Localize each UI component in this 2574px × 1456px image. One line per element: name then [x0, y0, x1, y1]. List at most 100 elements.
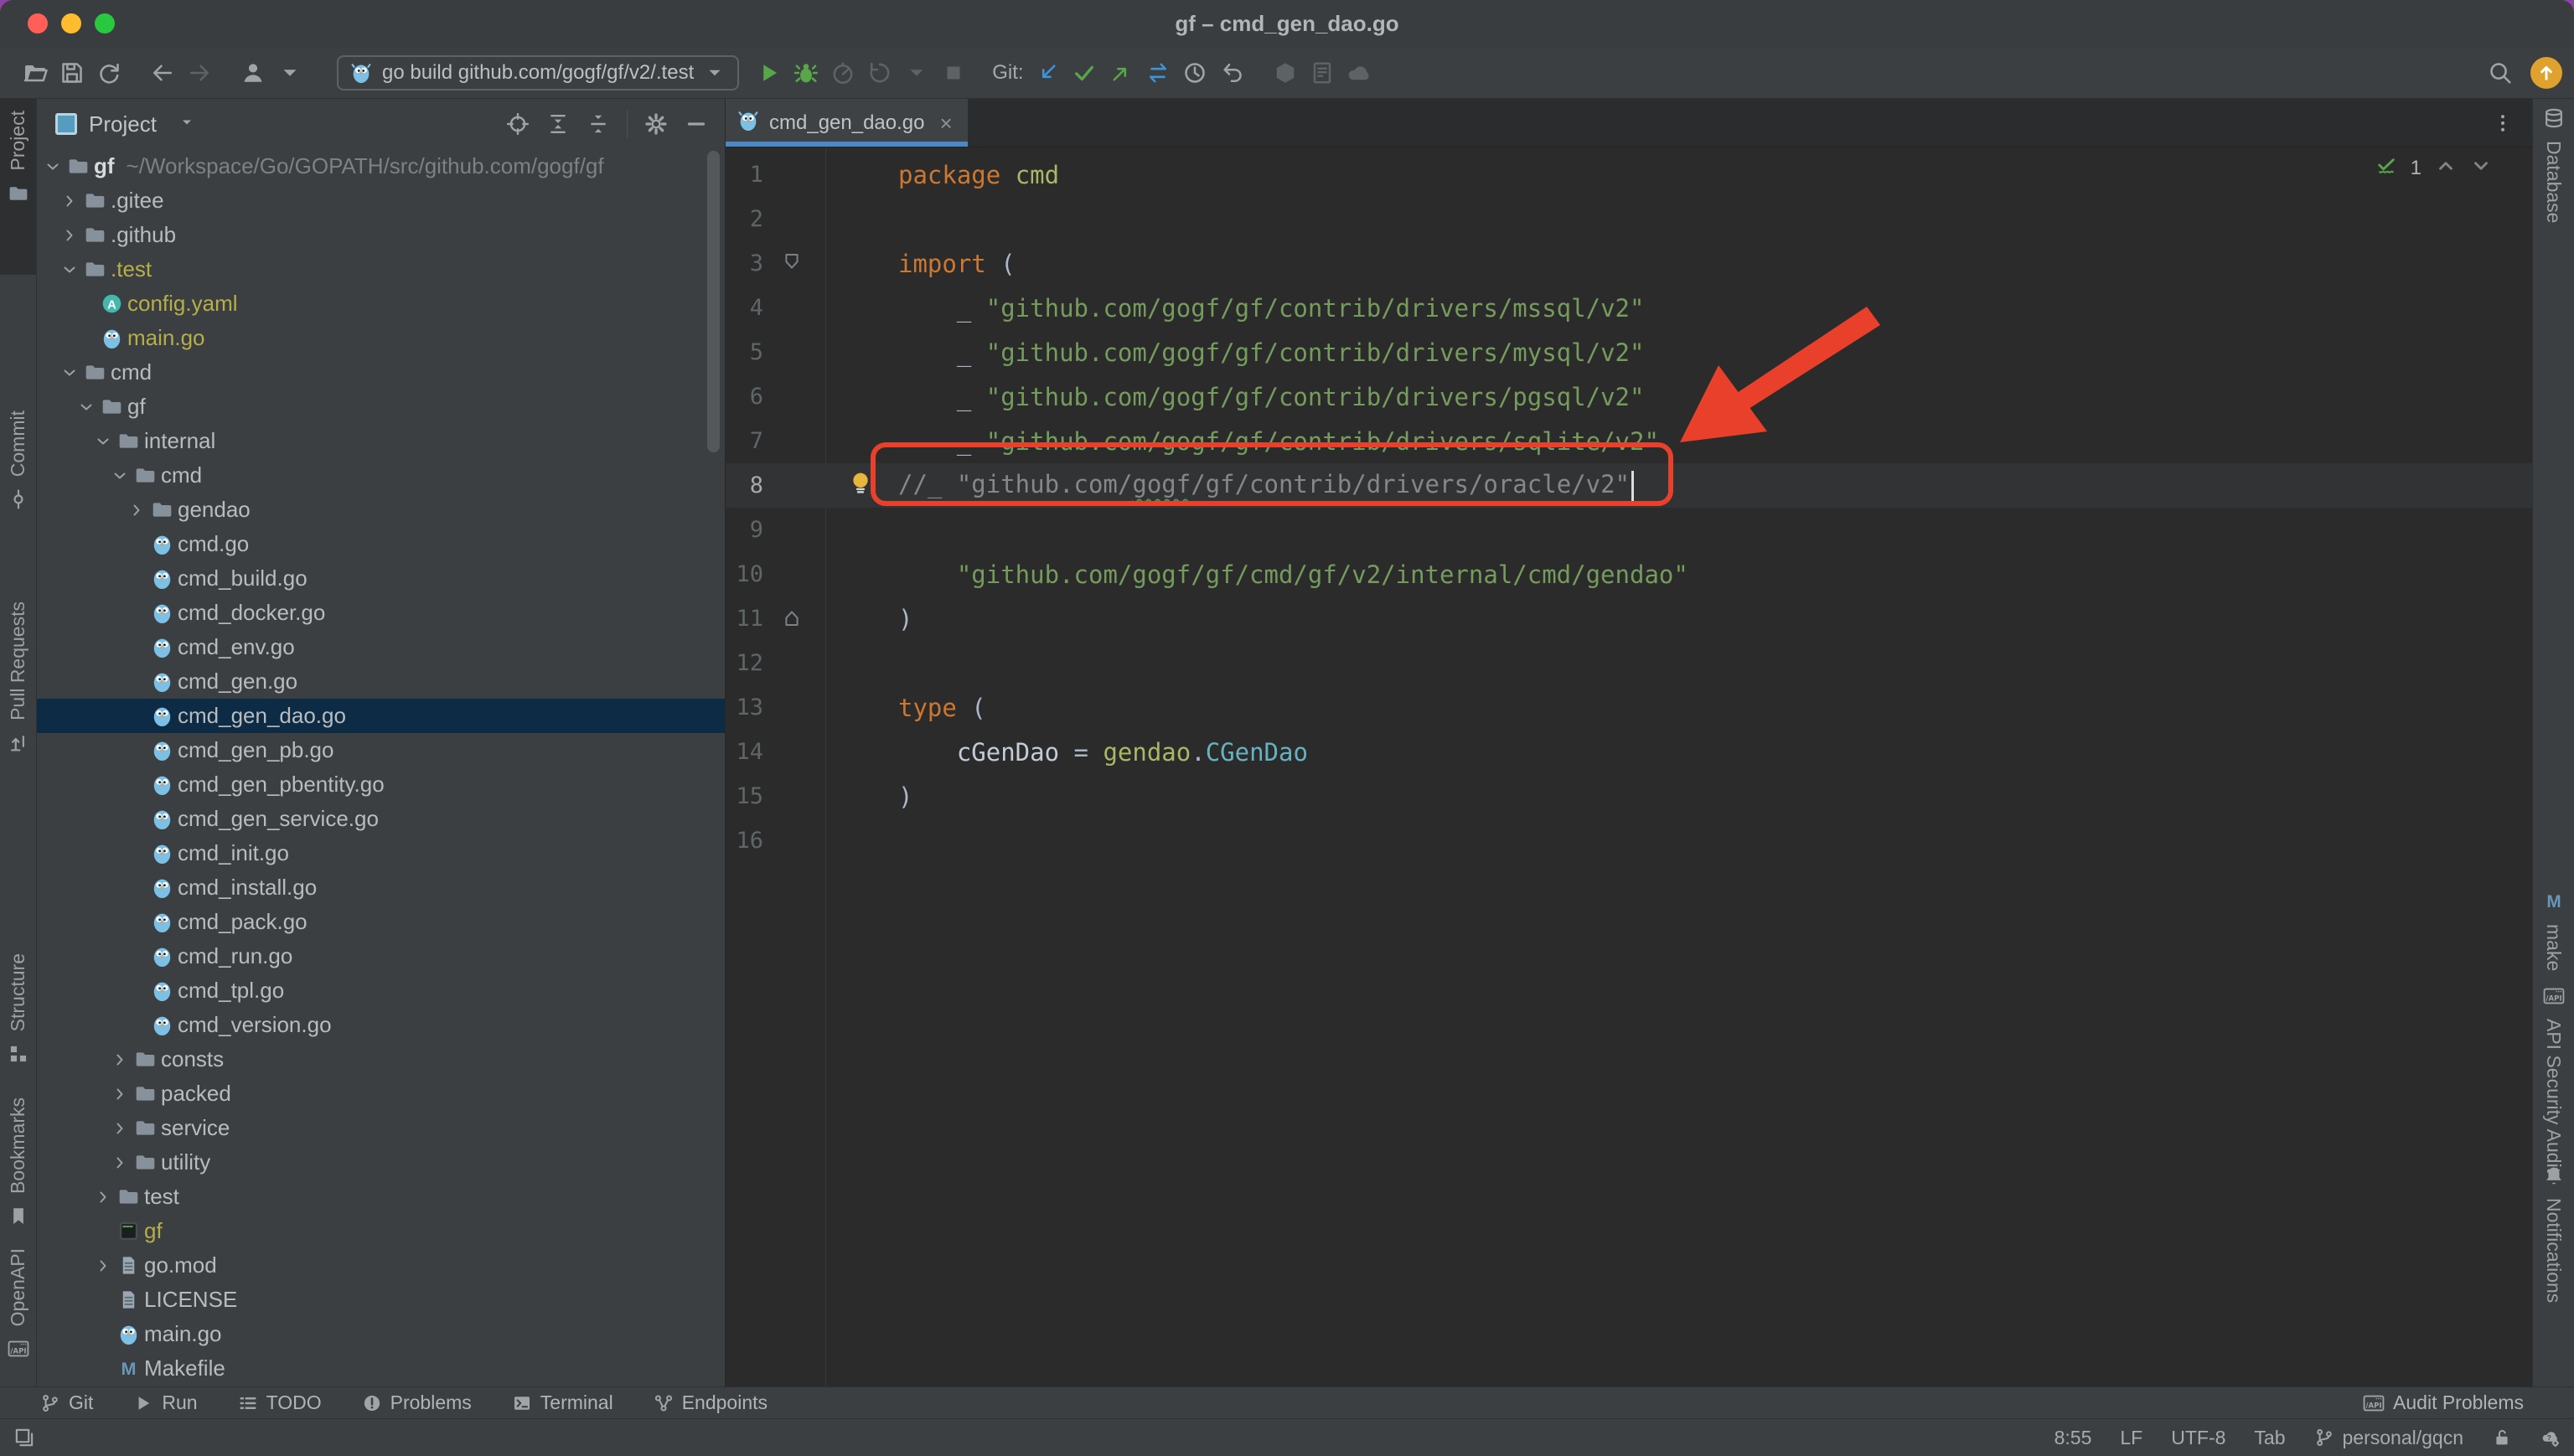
close-tab-icon[interactable]: ×: [939, 112, 952, 134]
tool-window-button-project[interactable]: Project: [0, 99, 36, 275]
code-line-1[interactable]: 1package cmd: [726, 152, 2532, 197]
tree-item-gf[interactable]: gf~/Workspace/Go/GOPATH/src/github.com/g…: [37, 149, 725, 183]
gutter[interactable]: [763, 286, 898, 330]
tool-window-button-bookmarks[interactable]: Bookmarks: [0, 1097, 36, 1240]
gutter[interactable]: [763, 330, 898, 374]
code-line-15[interactable]: 15): [726, 774, 2532, 818]
gutter[interactable]: [763, 374, 898, 419]
tree-item-makefile[interactable]: MMakefile: [37, 1351, 725, 1386]
open-project-icon[interactable]: [17, 54, 54, 91]
gutter[interactable]: [763, 152, 898, 197]
tool-window-button-api-security-audit[interactable]: /APIAPI Security Audit: [2533, 985, 2574, 1186]
tree-item-cmd-gen-dao-go[interactable]: cmd_gen_dao.go: [37, 699, 725, 733]
tool-window-bar-terminal[interactable]: Terminal: [512, 1391, 613, 1414]
gutter[interactable]: [763, 463, 898, 508]
update-project-icon[interactable]: [1029, 54, 1066, 91]
tree-item-main-go[interactable]: main.go: [37, 321, 725, 355]
tree-item-utility[interactable]: utility: [37, 1145, 725, 1180]
line-number[interactable]: 10: [726, 561, 763, 587]
gutter[interactable]: [763, 685, 898, 730]
collapsed-chevron-icon[interactable]: [92, 1189, 114, 1206]
code-line-6[interactable]: 6 _ "github.com/gogf/gf/contrib/drivers/…: [726, 374, 2532, 419]
line-number[interactable]: 9: [726, 517, 763, 543]
tool-window-button-commit[interactable]: Commit: [0, 410, 36, 536]
tool-window-button-notifications[interactable]: Notifications: [2533, 1164, 2574, 1324]
line-number[interactable]: 6: [726, 384, 763, 410]
tree-item-main-go[interactable]: main.go: [37, 1317, 725, 1351]
code-line-2[interactable]: 2: [726, 197, 2532, 241]
project-tree-scrollbar[interactable]: [707, 151, 720, 452]
tree-item-internal[interactable]: internal: [37, 424, 725, 458]
line-number[interactable]: 14: [726, 739, 763, 765]
collapsed-chevron-icon[interactable]: [59, 193, 80, 209]
gutter[interactable]: [763, 419, 898, 463]
line-number[interactable]: 1: [726, 162, 763, 188]
indent-widget[interactable]: Tab: [2254, 1427, 2285, 1449]
chevron-down-icon[interactable]: [2470, 154, 2492, 183]
gutter[interactable]: [763, 508, 898, 552]
line-number[interactable]: 8: [726, 472, 763, 498]
gutter[interactable]: [763, 596, 898, 641]
tool-window-button-database[interactable]: Database: [2533, 107, 2574, 283]
tree-item-license[interactable]: LICENSE: [37, 1283, 725, 1317]
line-number[interactable]: 12: [726, 650, 763, 676]
inspection-widget[interactable]: 1: [2375, 154, 2492, 183]
tree-item-cmd-go[interactable]: cmd.go: [37, 527, 725, 561]
save-all-icon[interactable]: [54, 54, 90, 91]
tree-item-gf[interactable]: gf: [37, 1214, 725, 1248]
coverage-icon[interactable]: [861, 54, 898, 91]
lock-open-icon[interactable]: [2492, 1428, 2512, 1448]
intention-bulb-icon[interactable]: [847, 469, 874, 502]
chevron-down-icon[interactable]: [178, 114, 195, 135]
update-available-badge[interactable]: [2530, 57, 2562, 89]
tool-window-bar-endpoints[interactable]: Endpoints: [654, 1391, 768, 1414]
encoding-widget[interactable]: UTF-8: [2171, 1427, 2225, 1449]
tool-window-button-pull-requests[interactable]: Pull Requests: [0, 602, 36, 828]
gutter[interactable]: [763, 552, 898, 596]
collapsed-chevron-icon[interactable]: [109, 1086, 131, 1102]
line-number[interactable]: 2: [726, 206, 763, 232]
tree-item-go-mod[interactable]: go.mod: [37, 1248, 725, 1283]
tree-item-consts[interactable]: consts: [37, 1042, 725, 1077]
locate-icon[interactable]: [498, 106, 538, 142]
chevron-up-icon[interactable]: [2435, 154, 2457, 183]
code-line-13[interactable]: 13type (: [726, 685, 2532, 730]
tree-item-packed[interactable]: packed: [37, 1077, 725, 1111]
expanded-chevron-icon[interactable]: [92, 433, 114, 450]
hexagon-icon[interactable]: [1267, 54, 1304, 91]
tree-item-cmd-version-go[interactable]: cmd_version.go: [37, 1008, 725, 1042]
tree-item-cmd-pack-go[interactable]: cmd_pack.go: [37, 905, 725, 939]
expanded-chevron-icon[interactable]: [109, 467, 131, 484]
tree-item-cmd-install-go[interactable]: cmd_install.go: [37, 870, 725, 905]
tool-window-button-make[interactable]: Mmake: [2533, 891, 2574, 999]
line-number[interactable]: 16: [726, 828, 763, 854]
tree-item-cmd-gen-pbentity-go[interactable]: cmd_gen_pbentity.go: [37, 767, 725, 802]
merge-icon[interactable]: [1140, 54, 1176, 91]
fold-marker-icon[interactable]: [782, 250, 802, 278]
code-line-14[interactable]: 14 cGenDao = gendao.CGenDao: [726, 730, 2532, 774]
collapsed-chevron-icon[interactable]: [109, 1120, 131, 1137]
layout-icon[interactable]: [13, 1419, 35, 1456]
gear-icon[interactable]: [636, 106, 676, 142]
commit-check-icon[interactable]: [1066, 54, 1103, 91]
code-line-4[interactable]: 4 _ "github.com/gogf/gf/contrib/drivers/…: [726, 286, 2532, 330]
collapsed-chevron-icon[interactable]: [109, 1154, 131, 1171]
tool-window-bar-problems[interactable]: Problems: [362, 1391, 472, 1414]
fold-marker-icon[interactable]: [782, 605, 802, 633]
profiler-icon[interactable]: [824, 54, 861, 91]
tree-item-cmd[interactable]: cmd: [37, 458, 725, 493]
tree-item-cmd-env-go[interactable]: cmd_env.go: [37, 630, 725, 664]
tree-item-config-yaml[interactable]: Aconfig.yaml: [37, 287, 725, 321]
run-configuration-select[interactable]: go build github.com/gogf/gf/v2/.test: [337, 55, 739, 90]
collapsed-chevron-icon[interactable]: [59, 227, 80, 244]
cloud-gear-icon[interactable]: ?: [2540, 1428, 2561, 1448]
expanded-chevron-icon[interactable]: [59, 364, 80, 381]
code-line-8[interactable]: 8//_ "github.com/gogf/gf/contrib/drivers…: [726, 463, 2532, 508]
tree-item--gitee[interactable]: .gitee: [37, 183, 725, 218]
line-number[interactable]: 11: [726, 606, 763, 632]
tree-item-gendao[interactable]: gendao: [37, 493, 725, 527]
tree-item-cmd-gen-pb-go[interactable]: cmd_gen_pb.go: [37, 733, 725, 767]
gutter[interactable]: [763, 241, 898, 286]
tool-window-bar-todo[interactable]: TODO: [238, 1391, 322, 1414]
back-icon[interactable]: [144, 54, 181, 91]
